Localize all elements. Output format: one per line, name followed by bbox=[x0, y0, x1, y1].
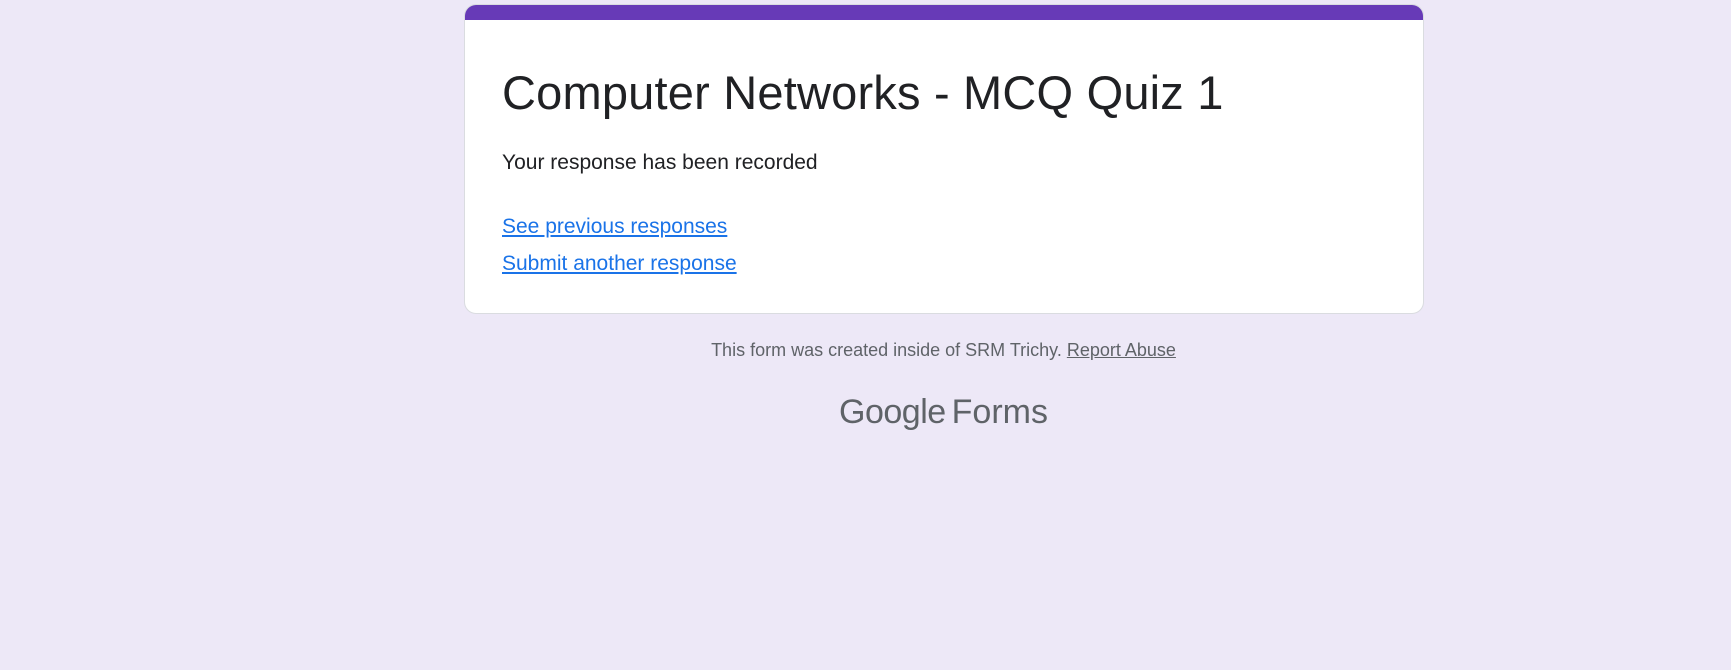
confirmation-message: Your response has been recorded bbox=[502, 151, 818, 174]
confirmation-card: Computer Networks - MCQ Quiz 1 Your resp… bbox=[464, 4, 1424, 314]
report-abuse-link[interactable]: Report Abuse bbox=[1067, 340, 1176, 360]
response-links: See previous responses Submit another re… bbox=[502, 213, 1386, 278]
page: Computer Networks - MCQ Quiz 1 Your resp… bbox=[0, 0, 1731, 670]
brand-product-text: Forms bbox=[951, 393, 1048, 431]
card-accent-bar bbox=[465, 5, 1423, 20]
card-body: Computer Networks - MCQ Quiz 1 Your resp… bbox=[502, 63, 1386, 287]
submit-another-response-link[interactable]: Submit another response bbox=[502, 250, 737, 278]
brand-google-text: Google bbox=[839, 393, 946, 431]
footer-note: This form was created inside of SRM Tric… bbox=[0, 338, 1731, 362]
see-previous-responses-link[interactable]: See previous responses bbox=[502, 213, 727, 241]
google-forms-logo[interactable]: Google Forms bbox=[0, 390, 1731, 434]
form-title: Computer Networks - MCQ Quiz 1 bbox=[502, 66, 1224, 119]
footer-note-text: This form was created inside of SRM Tric… bbox=[711, 340, 1067, 360]
